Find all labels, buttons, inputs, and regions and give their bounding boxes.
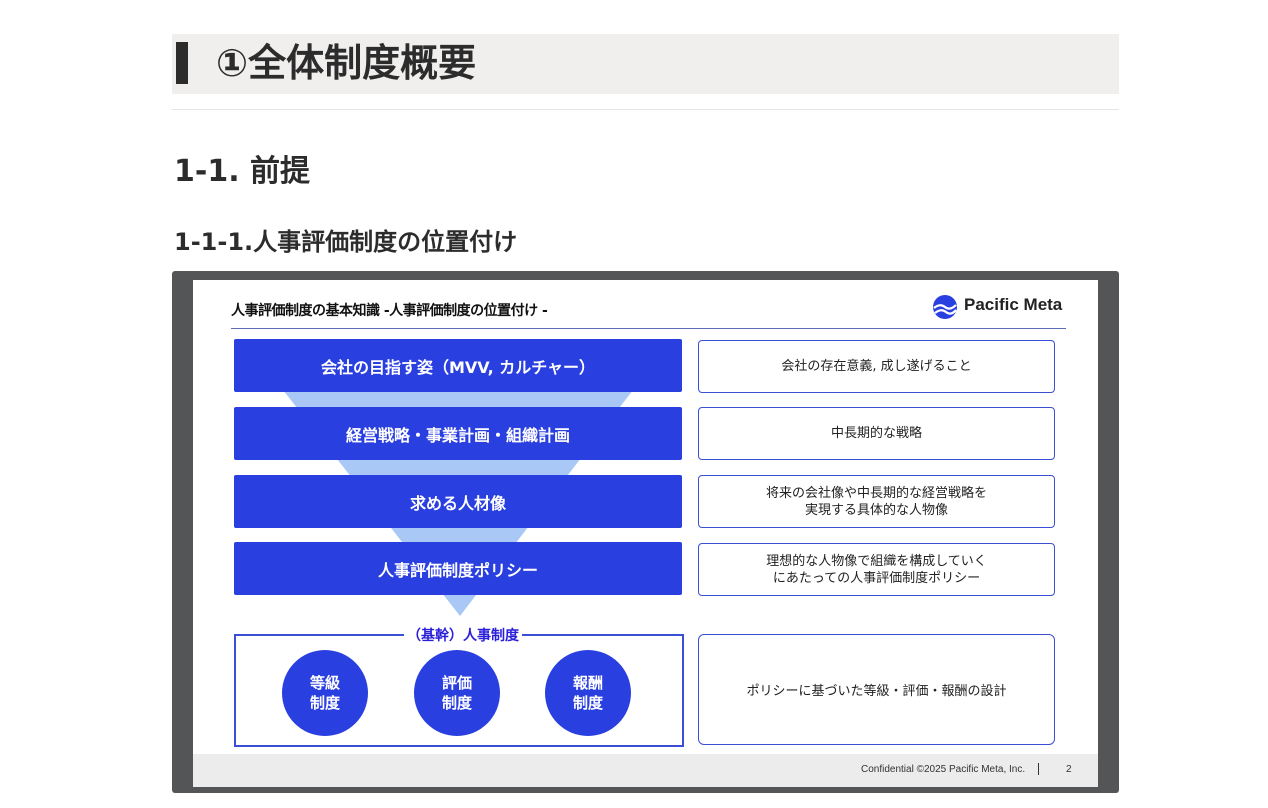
level-desc-strategy: 中長期的な戦略 (698, 407, 1055, 460)
heading-1-block: ①全体制度概要 (172, 34, 1119, 94)
footer-separator (1038, 763, 1039, 775)
confidential-notice: Confidential ©2025 Pacific Meta, Inc. (861, 764, 1026, 775)
level-desc-talent: 将来の会社像や中長期的な経営戦略を 実現する具体的な人物像 (698, 475, 1055, 528)
desc-line: 理想的な人物像で組織を構成していく (766, 553, 987, 569)
circle-line: 制度 (572, 694, 603, 712)
circle-line: 評価 (441, 674, 472, 692)
circle-line: 等級 (309, 674, 340, 692)
core-hr-system-label: （基幹）人事制度 (404, 627, 522, 645)
slide-image[interactable]: 人事評価制度の基本知識 -人事評価制度の位置付け - Pacific Meta … (172, 271, 1119, 793)
desc-line: 実現する具体的な人物像 (804, 502, 948, 518)
level-bar-talent: 求める人材像 (234, 475, 682, 528)
slide-footer: Confidential ©2025 Pacific Meta, Inc. 2 (193, 754, 1098, 787)
desc-line: 中長期的な戦略 (830, 426, 922, 441)
core-hr-system-desc: ポリシーに基づいた等級・評価・報酬の設計 (698, 634, 1055, 745)
compensation-system-circle: 報酬 制度 (545, 650, 631, 736)
circle-line: 報酬 (572, 674, 603, 692)
heading-accent-bar (176, 42, 188, 84)
divider (172, 109, 1119, 110)
slide: 人事評価制度の基本知識 -人事評価制度の位置付け - Pacific Meta … (193, 280, 1098, 787)
desc-line: 将来の会社像や中長期的な経営戦略を (765, 485, 987, 501)
grade-system-circle: 等級 制度 (282, 650, 368, 736)
level-desc-policy: 理想的な人物像で組織を構成していく にあたっての人事評価制度ポリシー (698, 543, 1055, 596)
heading-2: 1-1. 前提 (174, 154, 311, 189)
level-desc-mvv: 会社の存在意義, 成し遂げること (698, 340, 1055, 393)
circle-line: 制度 (441, 694, 472, 712)
desc-line: 会社の存在意義, 成し遂げること (781, 359, 972, 374)
heading-3: 1-1-1.人事評価制度の位置付け (174, 228, 518, 256)
level-bar-mvv: 会社の目指す姿（MVV, カルチャー） (234, 339, 682, 392)
level-bar-strategy: 経営戦略・事業計画・組織計画 (234, 407, 682, 460)
evaluation-system-circle: 評価 制度 (414, 650, 500, 736)
slide-page-number: 2 (1066, 764, 1072, 775)
level-bar-policy: 人事評価制度ポリシー (234, 542, 682, 595)
heading-1: ①全体制度概要 (216, 41, 477, 85)
circle-line: 制度 (309, 694, 340, 712)
desc-line: にあたっての人事評価制度ポリシー (772, 570, 981, 586)
